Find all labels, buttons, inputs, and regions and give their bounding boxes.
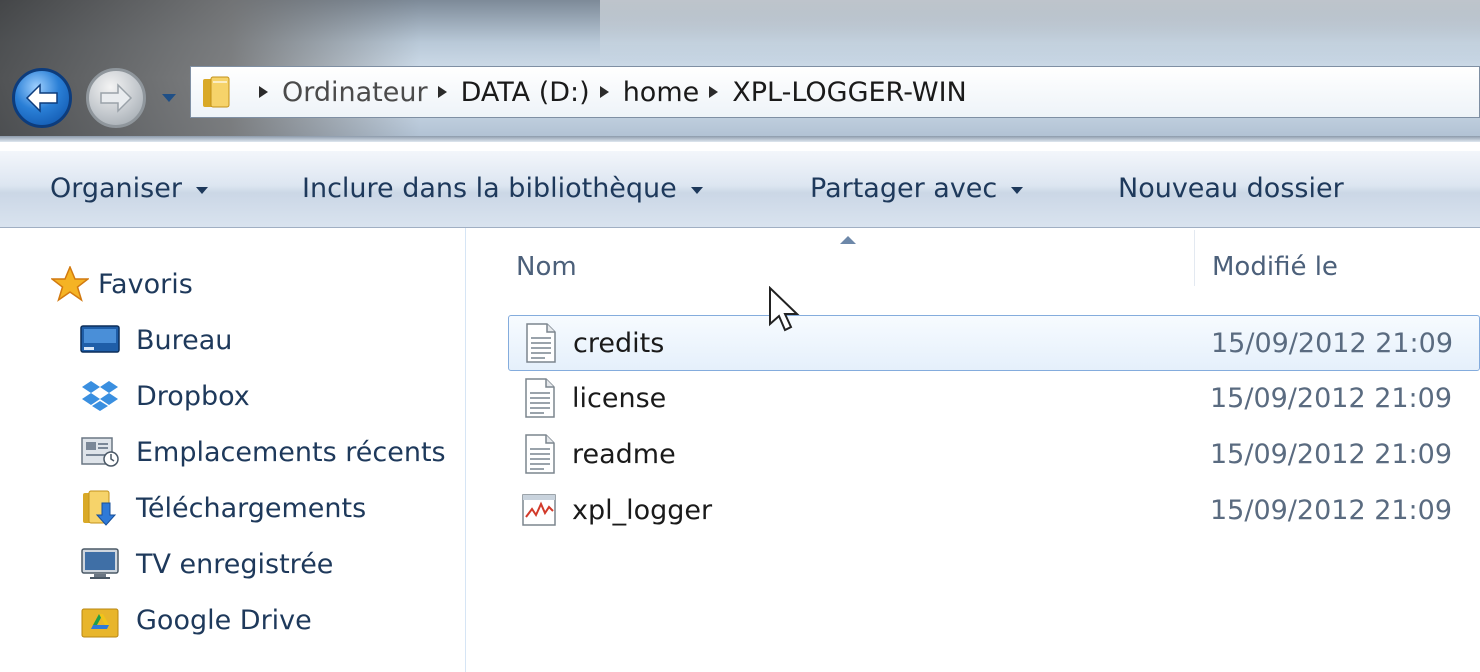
titlebar-glass <box>600 0 1480 60</box>
file-name: readme <box>572 439 676 470</box>
breadcrumb-home[interactable]: home <box>623 77 700 108</box>
file-modified-date: 15/09/2012 21:09 <box>1210 383 1453 414</box>
sidebar-item-bureau[interactable]: Bureau <box>80 322 232 358</box>
desktop-icon <box>80 322 120 358</box>
downloads-icon <box>80 490 120 526</box>
sidebar-favorites-label: Favoris <box>98 268 193 300</box>
star-icon <box>50 266 90 302</box>
sidebar-item-label: Google Drive <box>136 604 312 636</box>
back-arrow-icon <box>25 83 58 113</box>
breadcrumb-data-drive[interactable]: DATA (D:) <box>461 77 590 108</box>
breadcrumb-separator[interactable] <box>259 86 268 98</box>
sidebar-item-dropbox[interactable]: Dropbox <box>80 378 250 414</box>
breadcrumb-separator[interactable] <box>599 86 609 98</box>
new-folder-label: Nouveau dossier <box>1118 173 1344 204</box>
file-name: xpl_logger <box>572 495 713 526</box>
sidebar-item-label: TV enregistrée <box>136 548 334 580</box>
file-name: credits <box>573 328 665 359</box>
file-list: Nom Modifié le credits 15/09/2012 21:09 … <box>466 228 1480 672</box>
forward-button[interactable] <box>86 68 146 128</box>
column-header-modified[interactable]: Modifié le <box>1212 252 1338 282</box>
sidebar-item-label: Téléchargements <box>136 492 367 524</box>
sidebar-item-google-drive[interactable]: Google Drive <box>80 602 312 638</box>
chevron-down-icon <box>162 94 176 102</box>
dropdown-caret-icon <box>1011 186 1024 194</box>
breadcrumb-separator[interactable] <box>709 86 719 98</box>
history-dropdown-button[interactable] <box>158 90 180 106</box>
organize-label: Organiser <box>50 173 182 204</box>
organize-button[interactable]: Organiser <box>50 173 208 204</box>
navigation-pane: Favoris Bureau Dropbox Emplacements réce… <box>0 228 466 672</box>
sidebar-item-label: Emplacements récents <box>136 436 446 468</box>
file-row-license[interactable]: license 15/09/2012 21:09 <box>508 371 1480 427</box>
titlebar-divider <box>0 136 1480 142</box>
column-header-name[interactable]: Nom <box>516 252 577 282</box>
file-name: license <box>572 383 667 414</box>
sidebar-item-label: Dropbox <box>136 380 250 412</box>
column-divider[interactable] <box>1194 230 1195 286</box>
folder-icon <box>203 76 230 108</box>
breadcrumb-ordinateur[interactable]: Ordinateur <box>282 77 428 108</box>
share-label: Partager avec <box>810 173 998 204</box>
file-row-readme[interactable]: readme 15/09/2012 21:09 <box>508 427 1480 483</box>
sidebar-item-telechargements[interactable]: Téléchargements <box>80 490 366 526</box>
file-row-credits[interactable]: credits 15/09/2012 21:09 <box>508 315 1480 371</box>
text-file-icon <box>525 434 555 474</box>
breadcrumb-separator[interactable] <box>437 86 447 98</box>
google-drive-icon <box>80 602 120 638</box>
back-button[interactable] <box>12 68 72 128</box>
address-bar[interactable]: Ordinateur DATA (D:) home XPL-LOGGER-WIN <box>190 66 1480 118</box>
text-file-icon <box>525 378 555 418</box>
file-row-xpl-logger[interactable]: xpl_logger 15/09/2012 21:09 <box>508 483 1480 539</box>
mouse-cursor-icon <box>769 286 800 332</box>
command-bar: Organiser Inclure dans la bibliothèque P… <box>0 150 1480 228</box>
file-modified-date: 15/09/2012 21:09 <box>1210 495 1453 526</box>
dropdown-caret-icon <box>195 186 208 194</box>
share-with-button[interactable]: Partager avec <box>810 173 1024 204</box>
recent-places-icon <box>80 434 120 470</box>
file-modified-date: 15/09/2012 21:09 <box>1210 439 1453 470</box>
application-icon <box>522 494 556 526</box>
sidebar-item-label: Bureau <box>136 324 233 356</box>
text-file-icon <box>526 323 556 363</box>
include-label: Inclure dans la bibliothèque <box>302 173 677 204</box>
include-in-library-button[interactable]: Inclure dans la bibliothèque <box>302 173 703 204</box>
dropbox-icon <box>80 378 120 414</box>
tv-icon <box>80 546 120 582</box>
new-folder-button[interactable]: Nouveau dossier <box>1118 173 1344 204</box>
sidebar-item-tv-enregistree[interactable]: TV enregistrée <box>80 546 333 582</box>
breadcrumb-xpl-logger-win[interactable]: XPL-LOGGER-WIN <box>732 77 967 108</box>
sidebar-item-emplacements-recents[interactable]: Emplacements récents <box>80 434 446 470</box>
sidebar-favorites[interactable]: Favoris <box>50 266 193 302</box>
sort-ascending-icon <box>840 236 856 244</box>
dropdown-caret-icon <box>690 186 703 194</box>
file-modified-date: 15/09/2012 21:09 <box>1211 328 1454 359</box>
forward-arrow-icon <box>100 83 133 113</box>
